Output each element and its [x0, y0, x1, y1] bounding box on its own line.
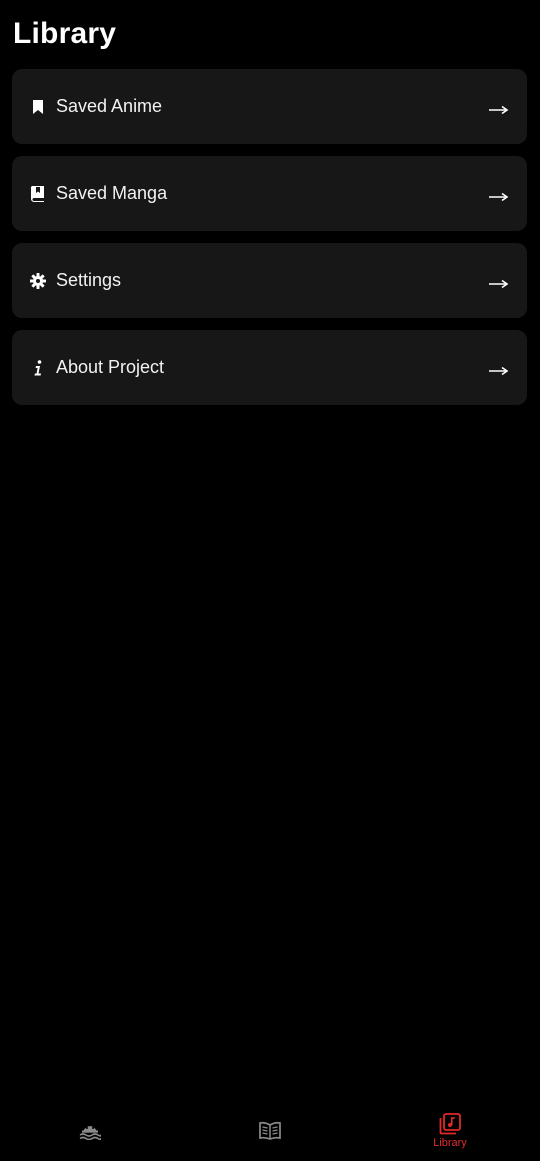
arrow-right-icon: [489, 102, 509, 114]
about-project-item[interactable]: About Project: [12, 330, 527, 405]
bottom-navigation: Library: [0, 1101, 540, 1161]
tab-library-label: Library: [433, 1137, 467, 1149]
gear-icon: [30, 272, 46, 289]
settings-label: Settings: [56, 270, 122, 290]
tab-anime[interactable]: [0, 1101, 180, 1161]
anime-icon: [79, 1122, 101, 1140]
saved-anime-item[interactable]: Saved Anime: [12, 69, 527, 144]
settings-item[interactable]: Settings: [12, 243, 527, 318]
about-project-label: About Project: [56, 357, 165, 377]
saved-manga-item[interactable]: Saved Manga: [12, 156, 527, 231]
manga-icon: [258, 1121, 282, 1141]
bookmark-icon: [30, 99, 46, 115]
info-icon: [30, 359, 46, 376]
saved-manga-label: Saved Manga: [56, 183, 168, 203]
arrow-right-icon: [489, 189, 509, 201]
book-bookmark-icon: [30, 185, 46, 202]
tab-library[interactable]: Library: [360, 1101, 540, 1161]
library-icon: [439, 1113, 461, 1135]
tab-manga[interactable]: [180, 1101, 360, 1161]
arrow-right-icon: [489, 276, 509, 288]
saved-anime-label: Saved Anime: [56, 96, 163, 116]
arrow-right-icon: [489, 363, 509, 375]
page-title: Library: [13, 17, 117, 50]
library-menu: Saved Anime Saved Manga Settings About P…: [12, 69, 527, 417]
